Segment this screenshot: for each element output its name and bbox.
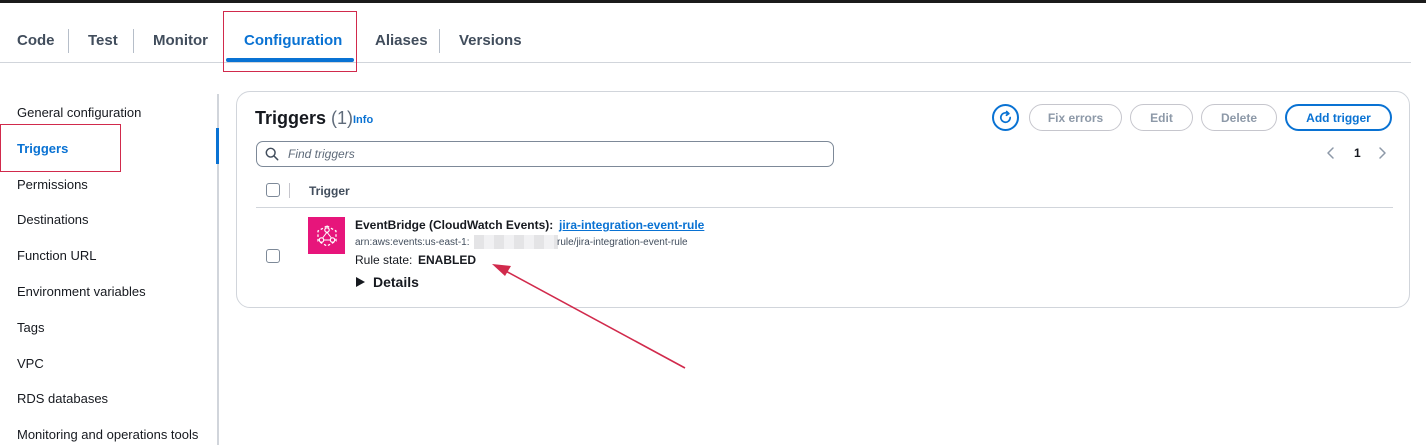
tab-bar-divider xyxy=(0,62,1411,63)
sidenav-active-indicator xyxy=(216,128,219,164)
annotation-box-configuration-tab xyxy=(223,11,357,72)
tab-code[interactable]: Code xyxy=(17,18,55,64)
tab-separator xyxy=(133,29,134,53)
tab-monitor[interactable]: Monitor xyxy=(153,18,208,64)
refresh-icon xyxy=(1000,110,1012,124)
panel-title: Triggers (1) xyxy=(255,108,353,129)
tab-bar: Code Test Monitor Configuration Aliases … xyxy=(0,18,1411,64)
sidenav-item-rds-databases[interactable]: RDS databases xyxy=(17,391,108,406)
rule-state-label: Rule state: xyxy=(355,253,413,267)
sidenav-item-monitoring-tools[interactable]: Monitoring and operations tools xyxy=(17,427,198,442)
arn-suffix: rule/jira-integration-event-rule xyxy=(557,237,688,248)
sidenav-item-tags[interactable]: Tags xyxy=(17,320,44,335)
trigger-source: EventBridge (CloudWatch Events): xyxy=(355,218,554,232)
row-checkbox[interactable] xyxy=(266,249,280,263)
column-header-trigger: Trigger xyxy=(309,184,350,198)
info-link[interactable]: Info xyxy=(353,114,373,126)
search-field xyxy=(256,141,834,167)
arn-prefix: arn:aws:events:us-east-1: xyxy=(355,237,470,248)
tab-versions[interactable]: Versions xyxy=(459,18,522,64)
fix-errors-button[interactable]: Fix errors xyxy=(1029,104,1122,131)
search-icon xyxy=(265,147,279,161)
select-all-checkbox[interactable] xyxy=(266,183,280,197)
annotation-box-triggers xyxy=(0,124,121,172)
caret-right-icon[interactable] xyxy=(356,277,365,287)
panel-title-text: Triggers xyxy=(255,108,327,128)
tab-separator xyxy=(68,29,69,53)
redacted-account-id xyxy=(474,235,558,249)
sidenav-item-function-url[interactable]: Function URL xyxy=(17,248,96,263)
refresh-button[interactable] xyxy=(992,104,1019,131)
chevron-left-icon[interactable] xyxy=(1325,145,1337,161)
sidenav-item-environment-variables[interactable]: Environment variables xyxy=(17,284,146,299)
tab-separator xyxy=(439,29,440,53)
tab-test[interactable]: Test xyxy=(88,18,118,64)
search-input[interactable] xyxy=(288,144,818,163)
header-separator xyxy=(289,183,290,198)
sidenav-item-vpc[interactable]: VPC xyxy=(17,356,44,371)
window-top-border xyxy=(0,0,1426,3)
delete-button[interactable]: Delete xyxy=(1201,104,1277,131)
tab-aliases[interactable]: Aliases xyxy=(375,18,428,64)
sidenav-item-destinations[interactable]: Destinations xyxy=(17,212,89,227)
add-trigger-button[interactable]: Add trigger xyxy=(1285,104,1392,131)
eventbridge-icon xyxy=(308,217,345,254)
edit-button[interactable]: Edit xyxy=(1130,104,1193,131)
chevron-right-icon[interactable] xyxy=(1376,145,1388,161)
rule-state-value: ENABLED xyxy=(418,253,477,267)
sidenav-item-permissions[interactable]: Permissions xyxy=(17,177,88,192)
trigger-rule-link[interactable]: jira-integration-event-rule xyxy=(559,218,704,232)
trigger-count: (1) xyxy=(331,108,354,128)
page-number[interactable]: 1 xyxy=(1354,146,1361,160)
sidenav-item-general-configuration[interactable]: General configuration xyxy=(17,105,141,120)
details-expander[interactable]: Details xyxy=(373,274,419,290)
header-divider xyxy=(256,207,1393,208)
